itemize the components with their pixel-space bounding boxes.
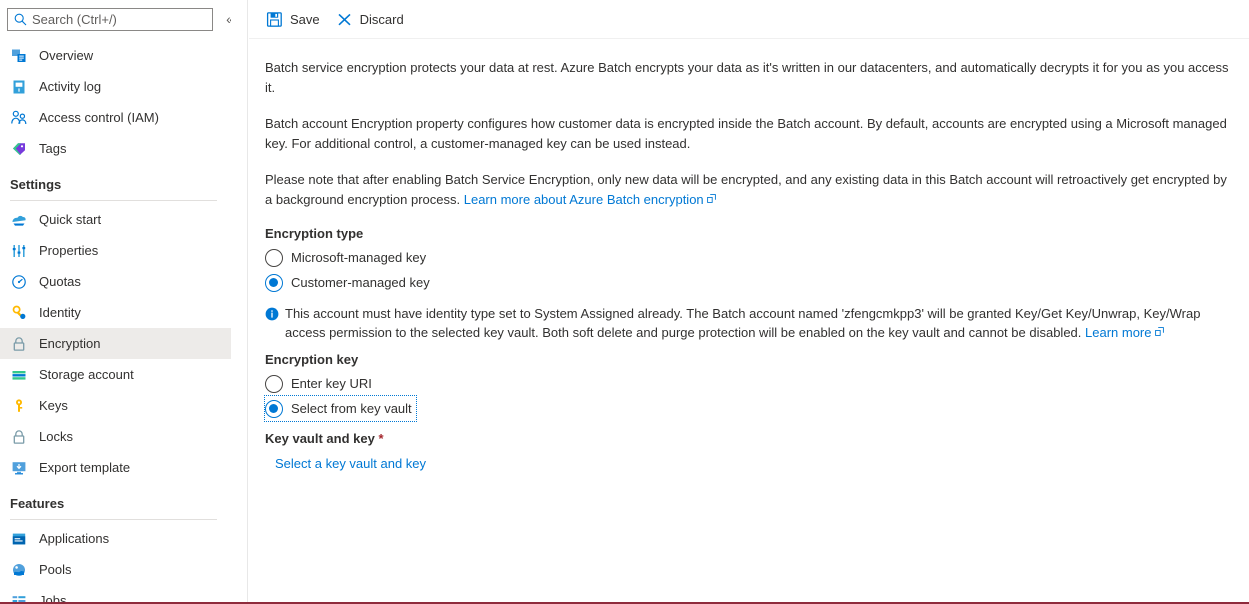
sidebar-search-row: « bbox=[0, 0, 231, 40]
encryption-form: Batch service encryption protects your d… bbox=[249, 39, 1249, 604]
sidebar-item-access-control[interactable]: Access control (IAM) bbox=[0, 102, 231, 133]
sidebar-section-settings: Settings bbox=[0, 164, 231, 194]
sidebar-item-properties[interactable]: Properties bbox=[0, 235, 231, 266]
sidebar-item-identity[interactable]: Identity bbox=[0, 297, 231, 328]
command-bar: Save Discard bbox=[249, 0, 1249, 38]
radio-mark bbox=[265, 249, 283, 267]
discard-button-label: Discard bbox=[360, 12, 404, 27]
access-control-icon bbox=[10, 109, 28, 127]
search-input[interactable] bbox=[32, 12, 202, 27]
save-button-label: Save bbox=[290, 12, 320, 27]
sidebar-item-label: Keys bbox=[39, 390, 68, 421]
required-marker: * bbox=[378, 431, 383, 446]
info-notice-text: This account must have identity type set… bbox=[285, 306, 1200, 340]
applications-icon bbox=[10, 530, 28, 548]
radio-label: Select from key vault bbox=[291, 401, 412, 416]
sidebar-item-quotas[interactable]: Quotas bbox=[0, 266, 231, 297]
sidebar-item-encryption[interactable]: Encryption bbox=[0, 328, 231, 359]
radio-label: Enter key URI bbox=[291, 376, 372, 391]
pane-divider bbox=[247, 0, 248, 604]
export-template-icon bbox=[10, 459, 28, 477]
key-vault-label-text: Key vault and key bbox=[265, 431, 375, 446]
sidebar-item-overview[interactable]: Overview bbox=[0, 40, 231, 71]
intro-paragraph-2: Batch account Encryption property config… bbox=[265, 114, 1231, 154]
identity-icon bbox=[10, 304, 28, 322]
save-disk-icon bbox=[266, 11, 283, 28]
sidebar-item-label: Pools bbox=[39, 554, 72, 585]
sidebar-item-label: Identity bbox=[39, 297, 81, 328]
intro-paragraph-3-text: Please note that after enabling Batch Se… bbox=[265, 172, 1227, 207]
radio-customer-managed-key[interactable]: Customer-managed key bbox=[265, 270, 434, 295]
activity-log-icon bbox=[10, 78, 28, 96]
azure-portal-encryption-page: « Overview bbox=[0, 0, 1249, 604]
tags-icon bbox=[10, 140, 28, 158]
learn-more-about-batch-encryption-link[interactable]: Learn more about Azure Batch encryption bbox=[464, 192, 704, 207]
lock-icon bbox=[10, 335, 28, 353]
storage-account-icon bbox=[10, 366, 28, 384]
sidebar-item-label: Quotas bbox=[39, 266, 81, 297]
sidebar-item-label: Tags bbox=[39, 133, 66, 164]
sidebar-item-activity-log[interactable]: Activity log bbox=[0, 71, 231, 102]
sidebar-item-label: Export template bbox=[39, 452, 130, 483]
encryption-content-pane: Save Discard Batch service encryption pr… bbox=[249, 0, 1249, 604]
collapse-menu-icon[interactable]: « bbox=[222, 11, 231, 27]
sidebar-divider bbox=[10, 200, 217, 201]
sidebar-item-applications[interactable]: Applications bbox=[0, 523, 231, 554]
sidebar-divider bbox=[10, 519, 217, 520]
sidebar-item-export-template[interactable]: Export template bbox=[0, 452, 231, 483]
search-box[interactable] bbox=[7, 8, 213, 31]
radio-mark bbox=[265, 400, 283, 418]
sidebar-item-quick-start[interactable]: Quick start bbox=[0, 204, 231, 235]
sidebar-section-features: Features bbox=[0, 483, 231, 513]
sidebar-item-locks[interactable]: Locks bbox=[0, 421, 231, 452]
properties-icon bbox=[10, 242, 28, 260]
identity-info-notice: This account must have identity type set… bbox=[265, 304, 1231, 342]
close-x-icon bbox=[336, 11, 353, 28]
encryption-key-label: Encryption key bbox=[265, 352, 1231, 367]
overview-icon bbox=[10, 47, 28, 65]
radio-mark bbox=[265, 375, 283, 393]
external-link-icon bbox=[1155, 327, 1164, 336]
encryption-type-label: Encryption type bbox=[265, 226, 1231, 241]
radio-label: Microsoft-managed key bbox=[291, 250, 426, 265]
sidebar-item-label: Activity log bbox=[39, 71, 101, 102]
quick-start-icon bbox=[10, 211, 28, 229]
resource-menu-sidebar: « Overview bbox=[0, 0, 231, 604]
radio-label: Customer-managed key bbox=[291, 275, 430, 290]
sidebar-item-label: Access control (IAM) bbox=[39, 102, 159, 133]
sidebar-item-label: Storage account bbox=[39, 359, 134, 390]
sidebar-item-label: Encryption bbox=[39, 328, 100, 359]
sidebar-item-tags[interactable]: Tags bbox=[0, 133, 231, 164]
radio-select-from-key-vault[interactable]: Select from key vault bbox=[265, 396, 416, 421]
discard-button[interactable]: Discard bbox=[334, 4, 412, 34]
key-icon bbox=[10, 397, 28, 415]
sidebar-item-storage-account[interactable]: Storage account bbox=[0, 359, 231, 390]
info-notice-text-wrap: This account must have identity type set… bbox=[285, 304, 1231, 342]
intro-paragraph-3: Please note that after enabling Batch Se… bbox=[265, 170, 1231, 210]
sidebar-scroll-area: Overview Activity log bbox=[0, 40, 231, 604]
locks-icon bbox=[10, 428, 28, 446]
sidebar-item-keys[interactable]: Keys bbox=[0, 390, 231, 421]
select-key-vault-and-key-link[interactable]: Select a key vault and key bbox=[275, 456, 426, 471]
radio-enter-key-uri[interactable]: Enter key URI bbox=[265, 371, 376, 396]
sidebar-item-label: Quick start bbox=[39, 204, 101, 235]
sidebar-item-pools[interactable]: Pools bbox=[0, 554, 231, 585]
pools-icon bbox=[10, 561, 28, 579]
learn-more-link[interactable]: Learn more bbox=[1085, 325, 1151, 340]
sidebar-item-label: Properties bbox=[39, 235, 98, 266]
search-icon bbox=[14, 13, 27, 26]
radio-microsoft-managed-key[interactable]: Microsoft-managed key bbox=[265, 245, 430, 270]
external-link-icon bbox=[707, 194, 716, 203]
info-circle-icon bbox=[265, 307, 279, 321]
radio-mark bbox=[265, 274, 283, 292]
quotas-icon bbox=[10, 273, 28, 291]
intro-paragraph-1: Batch service encryption protects your d… bbox=[265, 58, 1231, 98]
key-vault-and-key-label: Key vault and key * bbox=[265, 431, 1231, 446]
save-button[interactable]: Save bbox=[264, 4, 328, 34]
sidebar-item-label: Overview bbox=[39, 40, 93, 71]
sidebar-item-label: Locks bbox=[39, 421, 73, 452]
sidebar-item-label: Applications bbox=[39, 523, 109, 554]
